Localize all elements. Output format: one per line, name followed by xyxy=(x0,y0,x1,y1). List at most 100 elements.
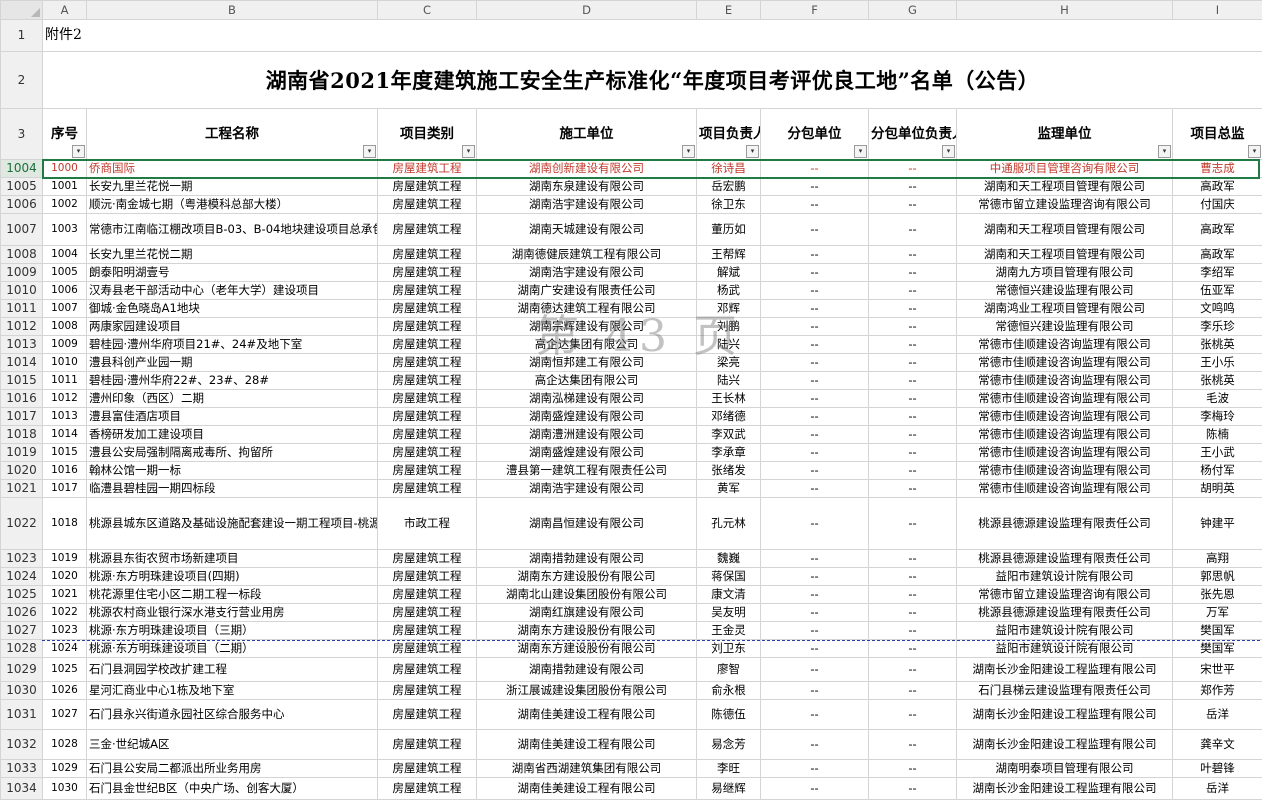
subcontractor-manager-cell[interactable]: -- xyxy=(868,549,957,568)
subcontractor-cell[interactable]: -- xyxy=(760,497,869,550)
supervisor-unit-cell[interactable]: 常德市留立建设监理咨询有限公司 xyxy=(956,585,1173,604)
project-type-cell[interactable]: 房屋建筑工程 xyxy=(377,603,477,622)
subcontractor-cell[interactable]: -- xyxy=(760,461,869,480)
contractor-cell[interactable]: 湖南北山建设集团股份有限公司 xyxy=(476,585,697,604)
chief-supervisor-cell[interactable]: 高翔 xyxy=(1172,549,1262,568)
chief-supervisor-cell[interactable]: 龚辛文 xyxy=(1172,729,1262,760)
row-header[interactable]: 1025 xyxy=(0,585,43,604)
subcontractor-manager-cell[interactable]: -- xyxy=(868,263,957,282)
contractor-cell[interactable]: 湖南东方建设股份有限公司 xyxy=(476,567,697,586)
row-header[interactable]: 1008 xyxy=(0,245,43,264)
header-project-name[interactable]: 工程名称 ▾ xyxy=(86,108,378,160)
subcontractor-cell[interactable]: -- xyxy=(760,567,869,586)
supervisor-unit-cell[interactable]: 益阳市建筑设计院有限公司 xyxy=(956,639,1173,658)
project-type-cell[interactable]: 房屋建筑工程 xyxy=(377,353,477,372)
supervisor-unit-cell[interactable]: 湖南长沙金阳建设工程监理有限公司 xyxy=(956,777,1173,800)
subcontractor-manager-cell[interactable]: -- xyxy=(868,759,957,778)
subcontractor-cell[interactable]: -- xyxy=(760,407,869,426)
serial-cell[interactable]: 1015 xyxy=(42,443,87,462)
chief-supervisor-cell[interactable]: 文鸣鸣 xyxy=(1172,299,1262,318)
supervisor-unit-cell[interactable]: 湖南明泰项目管理有限公司 xyxy=(956,759,1173,778)
row-header[interactable]: 1022 xyxy=(0,497,43,550)
row-header[interactable]: 1029 xyxy=(0,657,43,682)
serial-cell[interactable]: 1001 xyxy=(42,177,87,196)
supervisor-unit-cell[interactable]: 益阳市建筑设计院有限公司 xyxy=(956,567,1173,586)
manager-cell[interactable]: 易继辉 xyxy=(696,777,761,800)
manager-cell[interactable]: 王帮辉 xyxy=(696,245,761,264)
manager-cell[interactable]: 解斌 xyxy=(696,263,761,282)
subcontractor-manager-cell[interactable]: -- xyxy=(868,159,957,178)
column-header-i[interactable]: I xyxy=(1172,0,1262,20)
supervisor-unit-cell[interactable]: 湖南鸿业工程项目管理有限公司 xyxy=(956,299,1173,318)
subcontractor-cell[interactable]: -- xyxy=(760,159,869,178)
serial-cell[interactable]: 1018 xyxy=(42,497,87,550)
column-header-e[interactable]: E xyxy=(696,0,761,20)
project-type-cell[interactable]: 房屋建筑工程 xyxy=(377,245,477,264)
serial-cell[interactable]: 1030 xyxy=(42,777,87,800)
subcontractor-cell[interactable]: -- xyxy=(760,353,869,372)
chief-supervisor-cell[interactable]: 万军 xyxy=(1172,603,1262,622)
contractor-cell[interactable]: 湖南盛煌建设有限公司 xyxy=(476,443,697,462)
supervisor-unit-cell[interactable]: 湖南长沙金阳建设工程监理有限公司 xyxy=(956,699,1173,730)
project-name-cell[interactable]: 侨商国际 xyxy=(86,159,378,178)
row-header[interactable]: 1015 xyxy=(0,371,43,390)
supervisor-unit-cell[interactable]: 常德市佳顺建设咨询监理有限公司 xyxy=(956,389,1173,408)
subcontractor-cell[interactable]: -- xyxy=(760,729,869,760)
project-type-cell[interactable]: 房屋建筑工程 xyxy=(377,371,477,390)
manager-cell[interactable]: 王长林 xyxy=(696,389,761,408)
attachment-label[interactable]: 附件2 xyxy=(42,19,1262,52)
row-header[interactable]: 1034 xyxy=(0,777,43,800)
project-type-cell[interactable]: 房屋建筑工程 xyxy=(377,281,477,300)
manager-cell[interactable]: 岳宏鹏 xyxy=(696,177,761,196)
project-name-cell[interactable]: 御城·金色晓岛A1地块 xyxy=(86,299,378,318)
project-type-cell[interactable]: 房屋建筑工程 xyxy=(377,729,477,760)
chief-supervisor-cell[interactable]: 付国庆 xyxy=(1172,195,1262,214)
worksheet-grid[interactable]: A B C D E F G H I 1 附件2 2 湖南省2021年度建筑施工安… xyxy=(0,0,1262,800)
manager-cell[interactable]: 黄军 xyxy=(696,479,761,498)
contractor-cell[interactable]: 湖南昌恒建设有限公司 xyxy=(476,497,697,550)
project-name-cell[interactable]: 桃源·东方明珠建设项目（三期） xyxy=(86,621,378,640)
contractor-cell[interactable]: 湖南泓梯建设有限公司 xyxy=(476,389,697,408)
supervisor-unit-cell[interactable]: 常德市佳顺建设咨询监理有限公司 xyxy=(956,407,1173,426)
subcontractor-cell[interactable]: -- xyxy=(760,299,869,318)
filter-dropdown-icon[interactable]: ▾ xyxy=(462,145,475,158)
project-type-cell[interactable]: 房屋建筑工程 xyxy=(377,335,477,354)
project-name-cell[interactable]: 澧县富佳酒店项目 xyxy=(86,407,378,426)
subcontractor-cell[interactable]: -- xyxy=(760,585,869,604)
serial-cell[interactable]: 1029 xyxy=(42,759,87,778)
project-type-cell[interactable]: 房屋建筑工程 xyxy=(377,549,477,568)
contractor-cell[interactable]: 湖南浩宇建设有限公司 xyxy=(476,263,697,282)
project-type-cell[interactable]: 房屋建筑工程 xyxy=(377,159,477,178)
chief-supervisor-cell[interactable]: 伍亚军 xyxy=(1172,281,1262,300)
subcontractor-manager-cell[interactable]: -- xyxy=(868,425,957,444)
supervisor-unit-cell[interactable]: 湖南长沙金阳建设工程监理有限公司 xyxy=(956,657,1173,682)
subcontractor-cell[interactable]: -- xyxy=(760,213,869,246)
subcontractor-cell[interactable]: -- xyxy=(760,245,869,264)
row-header[interactable]: 1004 xyxy=(0,159,43,178)
serial-cell[interactable]: 1014 xyxy=(42,425,87,444)
chief-supervisor-cell[interactable]: 胡明英 xyxy=(1172,479,1262,498)
header-contractor[interactable]: 施工单位 ▾ xyxy=(476,108,697,160)
serial-cell[interactable]: 1003 xyxy=(42,213,87,246)
project-type-cell[interactable]: 房屋建筑工程 xyxy=(377,681,477,700)
supervisor-unit-cell[interactable]: 湖南九方项目管理有限公司 xyxy=(956,263,1173,282)
supervisor-unit-cell[interactable]: 益阳市建筑设计院有限公司 xyxy=(956,621,1173,640)
serial-cell[interactable]: 1027 xyxy=(42,699,87,730)
project-type-cell[interactable]: 房屋建筑工程 xyxy=(377,639,477,658)
subcontractor-cell[interactable]: -- xyxy=(760,371,869,390)
contractor-cell[interactable]: 湖南东方建设股份有限公司 xyxy=(476,621,697,640)
project-type-cell[interactable]: 房屋建筑工程 xyxy=(377,479,477,498)
project-type-cell[interactable]: 市政工程 xyxy=(377,497,477,550)
contractor-cell[interactable]: 高企达集团有限公司 xyxy=(476,335,697,354)
subcontractor-manager-cell[interactable]: -- xyxy=(868,479,957,498)
project-name-cell[interactable]: 碧桂园·澧州华府22#、23#、28# xyxy=(86,371,378,390)
header-project-type[interactable]: 项目类别 ▾ xyxy=(377,108,477,160)
contractor-cell[interactable]: 湖南创新建设有限公司 xyxy=(476,159,697,178)
project-name-cell[interactable]: 汉寿县老干部活动中心（老年大学）建设项目 xyxy=(86,281,378,300)
subcontractor-cell[interactable]: -- xyxy=(760,263,869,282)
contractor-cell[interactable]: 湖南措勃建设有限公司 xyxy=(476,657,697,682)
header-supervisor-unit[interactable]: 监理单位 ▾ xyxy=(956,108,1173,160)
subcontractor-manager-cell[interactable]: -- xyxy=(868,621,957,640)
row-header[interactable]: 2 xyxy=(0,51,43,109)
project-type-cell[interactable]: 房屋建筑工程 xyxy=(377,759,477,778)
